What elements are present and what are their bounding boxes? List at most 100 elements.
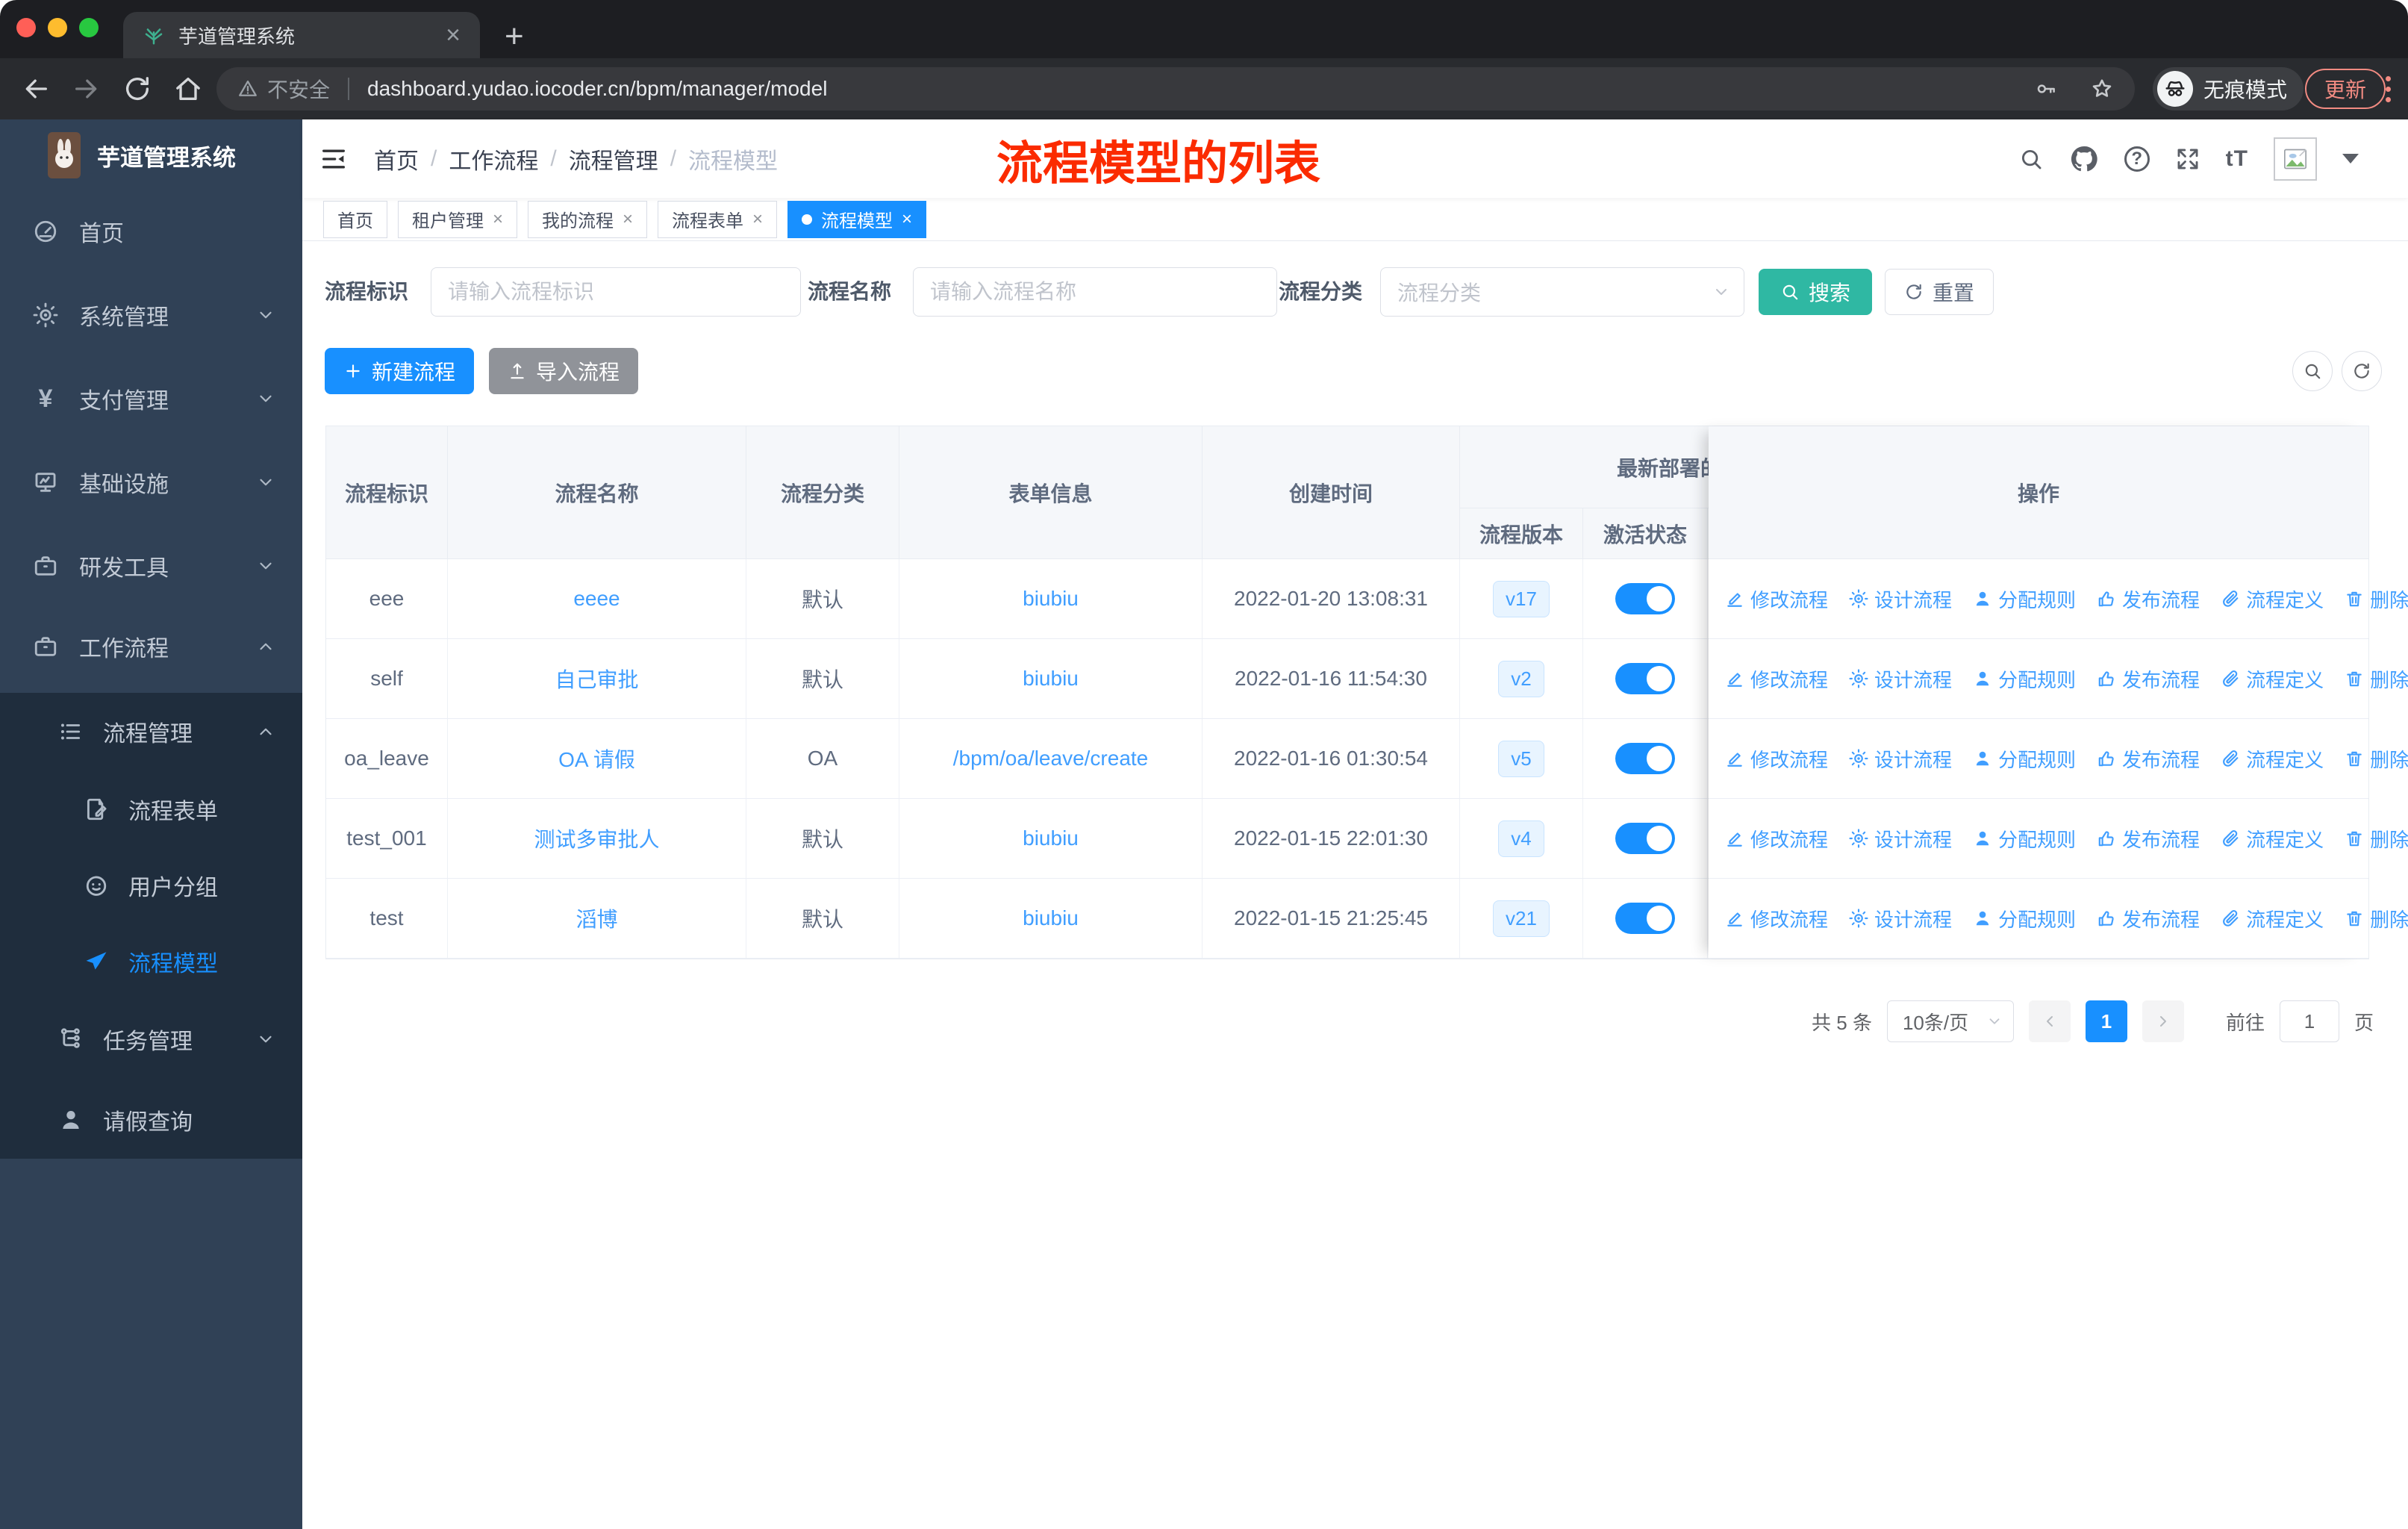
sidebar-item-workflow[interactable]: 工作流程 <box>0 609 302 684</box>
avatar[interactable] <box>2274 137 2317 181</box>
sidebar-item-task-mgmt[interactable]: 任务管理 <box>0 1002 302 1077</box>
sidebar-item-system[interactable]: 系统管理 <box>0 278 302 352</box>
design-process-link[interactable]: 设计流程 <box>1849 825 1952 853</box>
filter-name-input[interactable] <box>913 267 1277 317</box>
create-process-button[interactable]: 新建流程 <box>325 348 474 394</box>
process-definition-link[interactable]: 流程定义 <box>2221 585 2324 613</box>
caret-down-icon[interactable] <box>2342 154 2359 164</box>
delete-link[interactable]: 删除 <box>2345 585 2408 613</box>
publish-process-link[interactable]: 发布流程 <box>2097 905 2200 932</box>
forward-icon[interactable] <box>72 74 102 104</box>
sidebar-item-process-mgmt[interactable]: 流程管理 <box>0 694 302 769</box>
breadcrumb-item[interactable]: 首页 <box>374 143 419 175</box>
current-page-button[interactable]: 1 <box>2085 1000 2127 1042</box>
fullscreen-icon[interactable] <box>2175 146 2200 172</box>
modify-process-link[interactable]: 修改流程 <box>1725 665 1828 693</box>
reload-icon[interactable] <box>122 74 152 104</box>
tab-close-icon[interactable]: × <box>446 22 461 48</box>
process-definition-link[interactable]: 流程定义 <box>2221 905 2324 932</box>
modify-process-link[interactable]: 修改流程 <box>1725 905 1828 932</box>
table-refresh-button[interactable] <box>2342 351 2382 391</box>
form-info-link[interactable]: /bpm/oa/leave/create <box>953 747 1149 770</box>
filter-category-select[interactable]: 流程分类 <box>1380 267 1744 317</box>
process-name-link[interactable]: 测试多审批人 <box>534 823 659 853</box>
process-definition-link[interactable]: 流程定义 <box>2221 825 2324 853</box>
active-toggle[interactable] <box>1615 583 1675 614</box>
process-name-link[interactable]: 自己审批 <box>555 664 638 694</box>
form-info-link[interactable]: biubiu <box>1023 906 1079 930</box>
active-toggle[interactable] <box>1615 743 1675 774</box>
tag-my-process[interactable]: 我的流程 × <box>528 200 648 238</box>
home-icon[interactable] <box>173 74 203 104</box>
delete-link[interactable]: 删除 <box>2345 665 2408 693</box>
zoom-window-button[interactable] <box>79 18 99 37</box>
tag-close-icon[interactable]: × <box>623 209 633 230</box>
delete-link[interactable]: 删除 <box>2345 905 2408 932</box>
github-icon[interactable] <box>2069 144 2099 174</box>
tag-process-model[interactable]: 流程模型 × <box>787 200 927 238</box>
design-process-link[interactable]: 设计流程 <box>1849 665 1952 693</box>
sidebar-item-leave-query[interactable]: 请假查询 <box>0 1083 302 1157</box>
publish-process-link[interactable]: 发布流程 <box>2097 745 2200 773</box>
help-icon[interactable]: ? <box>2124 146 2150 172</box>
sidebar-item-devtools[interactable]: 研发工具 <box>0 529 302 603</box>
process-name-link[interactable]: 滔博 <box>576 903 617 933</box>
prev-page-button[interactable] <box>2028 1000 2071 1042</box>
sidebar-logo-row[interactable]: 芋道管理系统 <box>0 125 302 185</box>
url-bar[interactable]: 不安全 dashboard.yudao.iocoder.cn/bpm/manag… <box>216 67 2135 110</box>
publish-process-link[interactable]: 发布流程 <box>2097 585 2200 613</box>
modify-process-link[interactable]: 修改流程 <box>1725 585 1828 613</box>
new-tab-button[interactable]: + <box>505 18 524 55</box>
design-process-link[interactable]: 设计流程 <box>1849 585 1952 613</box>
security-chip[interactable]: 不安全 <box>237 74 330 104</box>
sidebar-item-process-model[interactable]: 流程模型 <box>0 924 302 999</box>
tag-process-form[interactable]: 流程表单 × <box>658 200 778 238</box>
filter-key-input[interactable] <box>431 267 801 317</box>
delete-link[interactable]: 删除 <box>2345 745 2408 773</box>
assign-rule-link[interactable]: 分配规则 <box>1973 585 2076 613</box>
design-process-link[interactable]: 设计流程 <box>1849 905 1952 932</box>
modify-process-link[interactable]: 修改流程 <box>1725 825 1828 853</box>
process-definition-link[interactable]: 流程定义 <box>2221 745 2324 773</box>
sidebar-item-process-form[interactable]: 流程表单 <box>0 772 302 847</box>
font-size-icon[interactable]: tT <box>2226 146 2248 172</box>
modify-process-link[interactable]: 修改流程 <box>1725 745 1828 773</box>
publish-process-link[interactable]: 发布流程 <box>2097 665 2200 693</box>
active-toggle[interactable] <box>1615 823 1675 854</box>
sidebar-item-infra[interactable]: 基础设施 <box>0 445 302 520</box>
assign-rule-link[interactable]: 分配规则 <box>1973 665 2076 693</box>
active-toggle[interactable] <box>1615 663 1675 694</box>
delete-link[interactable]: 删除 <box>2345 825 2408 853</box>
tag-home[interactable]: 首页 <box>323 200 387 238</box>
form-info-link[interactable]: biubiu <box>1023 587 1079 611</box>
browser-menu-icon[interactable] <box>2386 76 2391 102</box>
process-name-link[interactable]: OA 请假 <box>558 744 635 773</box>
update-button[interactable]: 更新 <box>2305 69 2386 109</box>
close-window-button[interactable] <box>16 18 36 37</box>
process-definition-link[interactable]: 流程定义 <box>2221 665 2324 693</box>
goto-page-input[interactable] <box>2279 1000 2339 1042</box>
browser-tab[interactable]: 芋道管理系统 × <box>123 12 480 58</box>
key-icon[interactable] <box>2035 78 2057 100</box>
assign-rule-link[interactable]: 分配规则 <box>1973 905 2076 932</box>
search-button[interactable]: 搜索 <box>1759 269 1872 315</box>
form-info-link[interactable]: biubiu <box>1023 667 1079 691</box>
process-name-link[interactable]: eeee <box>573 587 620 611</box>
page-size-select[interactable]: 10条/页 <box>1886 1000 2014 1042</box>
sidebar-item-user-group[interactable]: 用户分组 <box>0 848 302 923</box>
active-toggle[interactable] <box>1615 903 1675 934</box>
star-icon[interactable] <box>2090 77 2114 101</box>
table-search-toggle-button[interactable] <box>2292 351 2333 391</box>
back-icon[interactable] <box>21 74 51 104</box>
breadcrumb-item[interactable]: 工作流程 <box>449 143 538 175</box>
tag-tenant[interactable]: 租户管理 × <box>398 200 518 238</box>
reset-button[interactable]: 重置 <box>1885 269 1994 315</box>
sidebar-item-payment[interactable]: ¥ 支付管理 <box>0 361 302 436</box>
tag-close-icon[interactable]: × <box>902 209 912 230</box>
search-icon[interactable] <box>2018 146 2044 172</box>
form-info-link[interactable]: biubiu <box>1023 826 1079 850</box>
publish-process-link[interactable]: 发布流程 <box>2097 825 2200 853</box>
tag-close-icon[interactable]: × <box>493 209 503 230</box>
next-page-button[interactable] <box>2142 1000 2184 1042</box>
sidebar-fold-icon[interactable] <box>319 144 349 174</box>
